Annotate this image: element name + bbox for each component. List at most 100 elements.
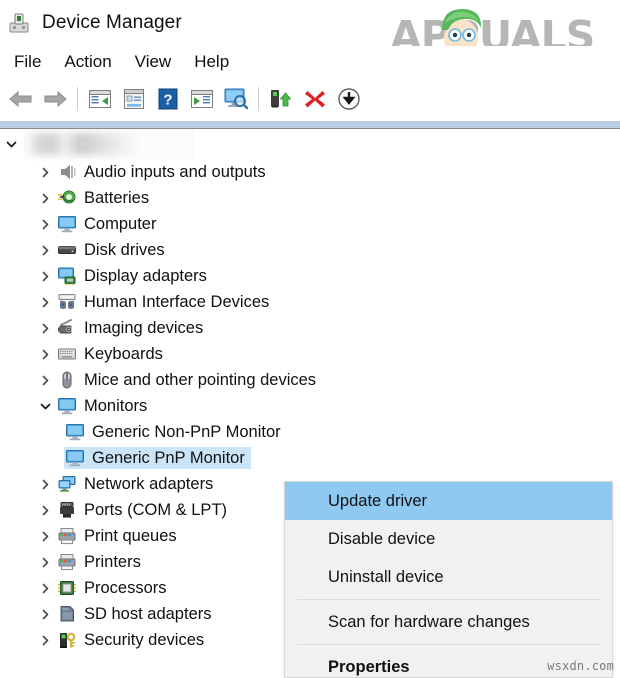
tree-item-label: Audio inputs and outputs [84, 162, 266, 181]
tree-item-monitors[interactable]: Monitors [0, 393, 620, 419]
tree-item-content[interactable]: Disk drives [56, 239, 171, 261]
tree-item-display-adapters[interactable]: Display adapters [0, 263, 620, 289]
toolbar-bottom-band [0, 121, 620, 128]
chevron-right-icon[interactable] [34, 601, 56, 627]
context-menu-item-uninstall-device[interactable]: Uninstall device [285, 558, 612, 596]
action-menu-icon[interactable] [185, 82, 219, 116]
context-menu-item-update-driver[interactable]: Update driver [285, 482, 612, 520]
disk-drive-icon [56, 239, 78, 261]
tree-item-disk-drives[interactable]: Disk drives [0, 237, 620, 263]
printer-icon [56, 525, 78, 547]
chevron-right-icon[interactable] [34, 471, 56, 497]
tree-item-content[interactable]: Network adapters [56, 473, 219, 495]
tree-item-label: Processors [84, 578, 167, 597]
hid-icon [56, 291, 78, 313]
chevron-right-icon[interactable] [34, 627, 56, 653]
tree-item-content[interactable]: Print queues [56, 525, 183, 547]
context-menu-item-disable-device[interactable]: Disable device [285, 520, 612, 558]
monitor-icon [64, 447, 86, 469]
monitor-icon [56, 213, 78, 235]
chevron-right-icon[interactable] [34, 185, 56, 211]
menu-item-view[interactable]: View [126, 50, 181, 74]
context-menu-item-scan-for-hardware-changes[interactable]: Scan for hardware changes [285, 603, 612, 641]
page-title: Device Manager [42, 12, 182, 33]
chevron-right-icon[interactable] [34, 523, 56, 549]
tree-item-content[interactable]: Human Interface Devices [56, 291, 275, 313]
camera-icon [56, 317, 78, 339]
tree-item-content[interactable]: Generic PnP Monitor [64, 447, 251, 469]
chevron-right-icon[interactable] [34, 575, 56, 601]
tree-item-imaging-devices[interactable]: Imaging devices [0, 315, 620, 341]
tree-item-audio-inputs-and-outputs[interactable]: Audio inputs and outputs [0, 159, 620, 185]
tree-item-content[interactable]: Generic Non-PnP Monitor [64, 421, 287, 443]
tree-item-label: SD host adapters [84, 604, 212, 623]
watermark: wsxdn.com [547, 659, 614, 673]
device-manager-icon [6, 10, 32, 36]
processor-icon [56, 577, 78, 599]
keyboard-icon [56, 343, 78, 365]
tree-item-content[interactable]: Security devices [56, 629, 210, 651]
toolbar: ? [0, 78, 620, 120]
sd-card-icon [56, 603, 78, 625]
tree-item-content[interactable]: Display adapters [56, 265, 213, 287]
chevron-right-icon[interactable] [34, 497, 56, 523]
speaker-icon [56, 161, 78, 183]
menu-item-action[interactable]: Action [55, 50, 120, 74]
chevron-right-icon[interactable] [34, 159, 56, 185]
chevron-right-icon[interactable] [34, 341, 56, 367]
scan-monitor-icon[interactable] [219, 82, 253, 116]
menu-bar: File Action View Help [0, 46, 620, 78]
tree-item-content[interactable]: Batteries [56, 187, 155, 209]
tree-item-label: Generic PnP Monitor [92, 448, 245, 467]
tree-item-label: Print queues [84, 526, 177, 545]
disable-device-icon[interactable] [332, 82, 366, 116]
tree-root-computer-name[interactable] [0, 129, 620, 159]
tree-item-mice-and-other-pointing-devices[interactable]: Mice and other pointing devices [0, 367, 620, 393]
chevron-down-icon[interactable] [0, 131, 22, 157]
tree-item-batteries[interactable]: Batteries [0, 185, 620, 211]
chevron-right-icon[interactable] [34, 237, 56, 263]
tree-item-content[interactable]: Keyboards [56, 343, 169, 365]
uninstall-device-icon[interactable] [298, 82, 332, 116]
tree-item-content[interactable]: Audio inputs and outputs [56, 161, 272, 183]
forward-arrow-icon[interactable] [38, 82, 72, 116]
security-device-icon [56, 629, 78, 651]
menu-item-help[interactable]: Help [185, 50, 238, 74]
tree-item-keyboards[interactable]: Keyboards [0, 341, 620, 367]
help-icon[interactable]: ? [151, 82, 185, 116]
redacted-computer-name [26, 133, 146, 155]
show-hide-console-tree-icon[interactable] [83, 82, 117, 116]
chevron-right-icon[interactable] [34, 367, 56, 393]
tree-item-generic-pnp-monitor[interactable]: Generic PnP Monitor [0, 445, 620, 471]
properties-icon[interactable] [117, 82, 151, 116]
tree-item-content[interactable]: Processors [56, 577, 173, 599]
tree-item-content[interactable]: Ports (COM & LPT) [56, 499, 233, 521]
tree-item-content[interactable]: Monitors [56, 395, 153, 417]
tree-item-label: Monitors [84, 396, 148, 415]
chevron-right-icon[interactable] [34, 263, 56, 289]
context-menu[interactable]: Update driver Disable device Uninstall dev… [284, 481, 613, 678]
tree-item-content[interactable]: Computer [56, 213, 162, 235]
back-arrow-icon[interactable] [4, 82, 38, 116]
tree-item-label: Security devices [84, 630, 205, 649]
chevron-right-icon[interactable] [34, 289, 56, 315]
tree-item-computer[interactable]: Computer [0, 211, 620, 237]
display-adapter-icon [56, 265, 78, 287]
tree-item-label: Imaging devices [84, 318, 204, 337]
chevron-down-icon[interactable] [34, 393, 56, 419]
tree-item-label: Printers [84, 552, 141, 571]
tree-item-generic-non-pnp-monitor[interactable]: Generic Non-PnP Monitor [0, 419, 620, 445]
tree-item-human-interface-devices[interactable]: Human Interface Devices [0, 289, 620, 315]
tree-item-content[interactable]: Mice and other pointing devices [56, 369, 322, 391]
menu-item-file[interactable]: File [5, 50, 50, 74]
toolbar-separator-1 [77, 87, 78, 111]
chevron-right-icon[interactable] [34, 315, 56, 341]
chevron-right-icon[interactable] [34, 549, 56, 575]
tree-item-label: Keyboards [84, 344, 163, 363]
tree-item-content[interactable]: Imaging devices [56, 317, 209, 339]
tree-item-content[interactable]: SD host adapters [56, 603, 218, 625]
update-driver-icon[interactable] [264, 82, 298, 116]
chevron-right-icon[interactable] [34, 211, 56, 237]
network-adapter-icon [56, 473, 78, 495]
tree-item-content[interactable]: Printers [56, 551, 147, 573]
